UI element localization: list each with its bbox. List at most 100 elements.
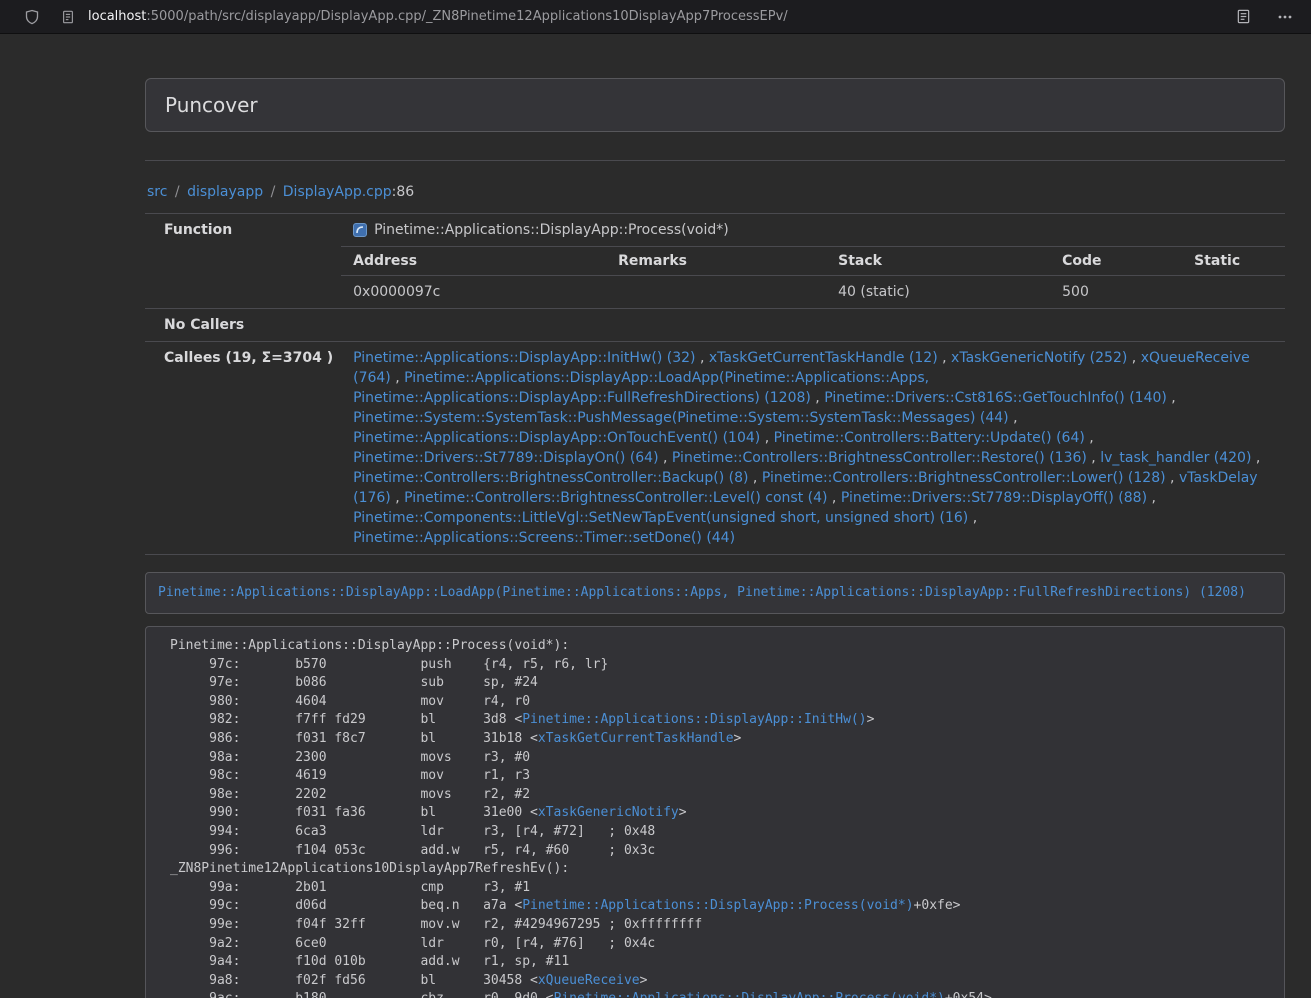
asm-text: 98c: 4619 mov r1, r3 xyxy=(170,768,530,783)
callee-link[interactable]: Pinetime::Applications::DisplayApp::OnTo… xyxy=(353,430,760,446)
asm-symbol-link[interactable]: xTaskGetCurrentTaskHandle xyxy=(538,731,734,746)
asm-text: 97c: b570 push {r4, r5, r6, lr} xyxy=(170,657,608,672)
asm-line: 9a8: f02f fd56 bl 30458 <xQueueReceive> xyxy=(170,972,1274,991)
page-title: Puncover xyxy=(165,93,258,117)
symbol-detail-table: Address Remarks Stack Code Static 0x0000… xyxy=(341,246,1285,308)
callee-link[interactable]: Pinetime::Components::LittleVgl::SetNewT… xyxy=(353,510,968,526)
callee-separator: , xyxy=(968,510,977,526)
asm-text: 994: 6ca3 ldr r3, [r4, #72] ; 0x48 xyxy=(170,824,655,839)
breadcrumb-link[interactable]: displayapp xyxy=(187,184,263,200)
function-row: Function Pinetime::Applications::Display… xyxy=(145,214,1285,309)
breadcrumb: src / displayapp / DisplayApp.cpp:86 xyxy=(147,182,1285,202)
breadcrumb-separator: / xyxy=(263,184,283,200)
callee-separator: , xyxy=(811,390,824,406)
breadcrumb-links: src / displayapp / DisplayApp.cpp xyxy=(147,184,392,200)
asm-symbol-link[interactable]: Pinetime::Applications::DisplayApp::Proc… xyxy=(522,898,913,913)
asm-text: 9a4: f10d 010b add.w r1, sp, #11 xyxy=(170,954,569,969)
callee-separator: , xyxy=(659,450,672,466)
asm-symbol-link[interactable]: Pinetime::Applications::DisplayApp::Init… xyxy=(522,712,866,727)
asm-line: 982: f7ff fd29 bl 3d8 <Pinetime::Applica… xyxy=(170,711,1274,730)
asm-text: 98e: 2202 movs r2, #2 xyxy=(170,787,530,802)
asm-symbol-link[interactable]: xTaskGenericNotify xyxy=(538,805,679,820)
function-type-icon xyxy=(353,223,367,237)
asm-line: 980: 4604 mov r4, r0 xyxy=(170,693,1274,712)
asm-text: 97e: b086 sub sp, #24 xyxy=(170,675,538,690)
asm-text: 99c: d06d beq.n a7a < xyxy=(170,898,522,913)
detail-value-row: 0x0000097c 40 (static) 500 xyxy=(341,276,1285,309)
asm-line: 97e: b086 sub sp, #24 xyxy=(170,674,1274,693)
asm-line: 98e: 2202 movs r2, #2 xyxy=(170,786,1274,805)
asm-line: 99c: d06d beq.n a7a <Pinetime::Applicati… xyxy=(170,897,1274,916)
address-value: 0x0000097c xyxy=(341,276,606,309)
callee-link[interactable]: xTaskGenericNotify (252) xyxy=(951,350,1127,366)
callee-link[interactable]: lv_task_handler (420) xyxy=(1100,450,1251,466)
callee-link[interactable]: Pinetime::Applications::DisplayApp::Init… xyxy=(353,350,695,366)
asm-text: _ZN8Pinetime12Applications10DisplayApp7R… xyxy=(170,861,569,876)
asm-line: 99e: f04f 32ff mov.w r2, #4294967295 ; 0… xyxy=(170,916,1274,935)
callee-separator: , xyxy=(1147,490,1156,506)
callees-row: Callees (19, Σ=3704 ) Pinetime::Applicat… xyxy=(145,342,1285,555)
callee-link[interactable]: Pinetime::Controllers::BrightnessControl… xyxy=(762,470,1166,486)
callee-link[interactable]: Pinetime::Controllers::BrightnessControl… xyxy=(672,450,1087,466)
asm-text: 99a: 2b01 cmp r3, #1 xyxy=(170,880,530,895)
asm-text: > xyxy=(867,712,875,727)
url-text: localhost:5000/path/src/displayapp/Displ… xyxy=(88,9,788,24)
callee-link[interactable]: xTaskGetCurrentTaskHandle (12) xyxy=(709,350,938,366)
callee-link[interactable]: Pinetime::Controllers::Battery::Update()… xyxy=(774,430,1085,446)
loadapp-symbol-link[interactable]: Pinetime::Applications::DisplayApp::Load… xyxy=(158,585,1246,600)
breadcrumb-line-number: :86 xyxy=(392,184,415,200)
callees-list: Pinetime::Applications::DisplayApp::Init… xyxy=(341,342,1285,555)
reader-view-icon[interactable] xyxy=(1231,5,1255,29)
function-signature-line: Pinetime::Applications::DisplayApp::Proc… xyxy=(341,214,1285,246)
callee-separator: , xyxy=(1085,430,1094,446)
asm-line: 99a: 2b01 cmp r3, #1 xyxy=(170,879,1274,898)
asm-symbol-link[interactable]: xQueueReceive xyxy=(538,973,640,988)
divider xyxy=(145,160,1285,161)
asm-text: 982: f7ff fd29 bl 3d8 < xyxy=(170,712,522,727)
no-callers-row: No Callers xyxy=(145,309,1285,342)
static-value xyxy=(1182,276,1285,309)
page-info-icon[interactable] xyxy=(56,5,80,29)
callee-link[interactable]: Pinetime::Applications::Screens::Timer::… xyxy=(353,530,735,546)
detail-header-row: Address Remarks Stack Code Static xyxy=(341,247,1285,276)
callee-link[interactable]: Pinetime::Drivers::St7789::DisplayOff() … xyxy=(841,490,1147,506)
callee-link[interactable]: Pinetime::Drivers::Cst816S::GetTouchInfo… xyxy=(824,390,1167,406)
callee-separator: , xyxy=(1009,410,1018,426)
callee-separator: , xyxy=(1087,450,1100,466)
shield-icon[interactable] xyxy=(20,5,44,29)
asm-line: _ZN8Pinetime12Applications10DisplayApp7R… xyxy=(170,860,1274,879)
callee-link[interactable]: Pinetime::Controllers::BrightnessControl… xyxy=(353,470,748,486)
static-column-header: Static xyxy=(1182,247,1285,276)
code-value: 500 xyxy=(1050,276,1182,309)
remarks-column-header: Remarks xyxy=(606,247,826,276)
callee-separator: , xyxy=(1127,350,1140,366)
callee-link[interactable]: Pinetime::Drivers::St7789::DisplayOn() (… xyxy=(353,450,658,466)
callee-separator: , xyxy=(391,490,404,506)
asm-line: 98a: 2300 movs r3, #0 xyxy=(170,749,1274,768)
symbol-table: Function Pinetime::Applications::Display… xyxy=(145,213,1285,555)
asm-text: 9a2: 6ce0 ldr r0, [r4, #76] ; 0x4c xyxy=(170,936,655,951)
callees-label: Callees (19, Σ=3704 ) xyxy=(145,342,341,555)
browser-toolbar: localhost:5000/path/src/displayapp/Displ… xyxy=(0,0,1311,34)
more-options-icon[interactable] xyxy=(1273,5,1297,29)
url-bar[interactable]: localhost:5000/path/src/displayapp/Displ… xyxy=(56,5,1219,29)
function-name: Pinetime::Applications::DisplayApp::Proc… xyxy=(374,220,729,240)
breadcrumb-link[interactable]: DisplayApp.cpp xyxy=(283,184,392,200)
no-callers-label: No Callers xyxy=(145,309,341,342)
asm-line: 98c: 4619 mov r1, r3 xyxy=(170,767,1274,786)
asm-text: 986: f031 f8c7 bl 31b18 < xyxy=(170,731,538,746)
stack-column-header: Stack xyxy=(826,247,1050,276)
callee-separator: , xyxy=(748,470,761,486)
asm-text: Pinetime::Applications::DisplayApp::Proc… xyxy=(170,638,569,653)
asm-line: 97c: b570 push {r4, r5, r6, lr} xyxy=(170,656,1274,675)
asm-symbol-link[interactable]: Pinetime::Applications::DisplayApp::Proc… xyxy=(554,991,945,998)
stack-value: 40 (static) xyxy=(826,276,1050,309)
breadcrumb-link[interactable]: src xyxy=(147,184,167,200)
asm-text: 98a: 2300 movs r3, #0 xyxy=(170,750,530,765)
asm-line: Pinetime::Applications::DisplayApp::Proc… xyxy=(170,637,1274,656)
callee-link[interactable]: Pinetime::System::SystemTask::PushMessag… xyxy=(353,410,1009,426)
asm-text: +0xfe> xyxy=(914,898,961,913)
app-title-panel: Puncover xyxy=(145,78,1285,132)
callee-link[interactable]: Pinetime::Controllers::BrightnessControl… xyxy=(404,490,827,506)
asm-line: 990: f031 fa36 bl 31e00 <xTaskGenericNot… xyxy=(170,804,1274,823)
